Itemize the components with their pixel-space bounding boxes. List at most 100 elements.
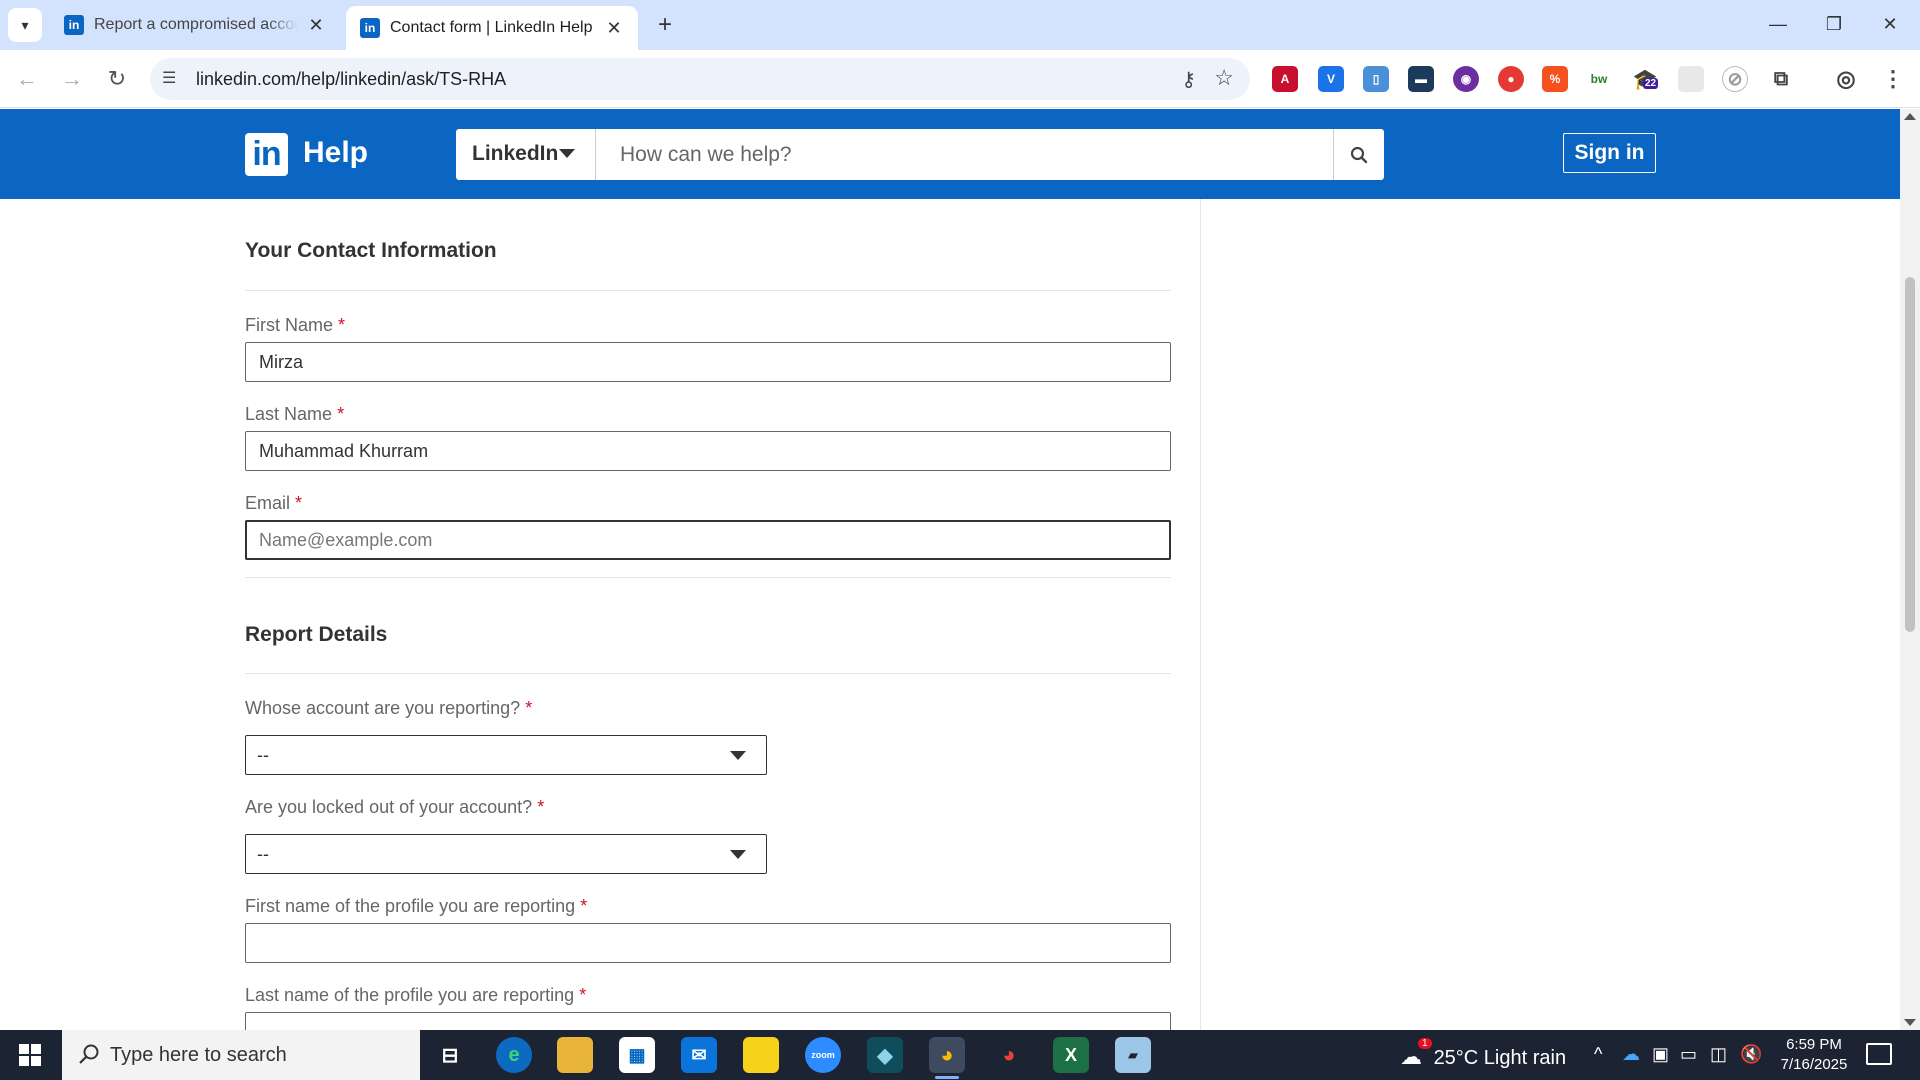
clock-date: 7/16/2025	[1780, 1056, 1848, 1073]
restore-icon[interactable]: ❐	[1814, 8, 1854, 40]
taskbar-search-box[interactable]: Type here to search	[62, 1030, 420, 1080]
help-header: in Help LinkedIn Sign in	[0, 109, 1900, 199]
required-asterisk: *	[580, 896, 588, 916]
shield-extension-icon[interactable]: V	[1318, 66, 1344, 92]
page-scrollbar[interactable]	[1900, 109, 1920, 1030]
email-placeholder: Name@example.com	[259, 530, 433, 550]
notification-center-icon[interactable]	[1866, 1043, 1892, 1065]
tab-search-chevron-icon[interactable]: ▾	[8, 8, 42, 42]
required-asterisk: *	[537, 797, 545, 817]
profile-last-name-field[interactable]	[245, 1012, 1171, 1030]
scrollbar-thumb[interactable]	[1905, 277, 1915, 632]
battery-icon[interactable]: ▭	[1680, 1044, 1697, 1065]
notepad-icon[interactable]: ▰	[1115, 1037, 1151, 1073]
video-extension-icon[interactable]: ▬	[1408, 66, 1434, 92]
document-extension-icon[interactable]: ▯	[1363, 66, 1389, 92]
email-field[interactable]: Name@example.com	[245, 520, 1171, 560]
scroll-up-arrow-icon[interactable]	[1904, 113, 1916, 120]
divider	[245, 673, 1171, 674]
site-settings-icon[interactable]: ☰	[162, 68, 182, 88]
help-logo-text[interactable]: Help	[303, 136, 368, 170]
chrome-icon[interactable]: ◕	[929, 1037, 965, 1079]
volume-muted-icon[interactable]: 🔇	[1740, 1044, 1762, 1065]
required-asterisk: *	[525, 698, 533, 718]
search-scope-label: LinkedIn	[472, 142, 559, 165]
url-text[interactable]: linkedin.com/help/linkedin/ask/TS-RHA	[196, 69, 506, 90]
profile-avatar-icon[interactable]: ◎	[1833, 66, 1859, 92]
network-icon[interactable]: ◫	[1710, 1044, 1727, 1065]
profile-first-name-field[interactable]	[245, 923, 1171, 963]
whose-account-label: Whose account are you reporting? *	[245, 698, 532, 719]
puzzle-extensions-icon[interactable]: ⧉	[1768, 66, 1794, 92]
mail-icon[interactable]: ✉	[681, 1037, 717, 1073]
close-icon[interactable]: ✕	[306, 15, 326, 36]
required-asterisk: *	[337, 404, 345, 424]
linkedin-logo-icon[interactable]: in	[245, 133, 288, 176]
onedrive-cloud-icon[interactable]: ☁	[1622, 1044, 1640, 1065]
more-menu-icon[interactable]: ⋮	[1880, 66, 1906, 92]
tab-report-compromised[interactable]: in Report a compromised account ✕	[50, 6, 340, 44]
column-divider	[1200, 199, 1201, 1030]
locked-out-select[interactable]: --	[245, 834, 767, 874]
circle-extension-icon[interactable]: ◉	[1453, 66, 1479, 92]
acrobat-extension-icon[interactable]: A	[1272, 66, 1298, 92]
graduation-cap-extension-icon[interactable]: 🎓22	[1632, 66, 1659, 92]
linkedin-favicon-icon: in	[64, 15, 84, 35]
system-clock[interactable]: 6:59 PM 7/16/2025	[1774, 1035, 1854, 1075]
pokeball-extension-icon[interactable]: ●	[1498, 66, 1524, 92]
password-key-icon[interactable]: ⚷	[1181, 67, 1196, 92]
edge-browser-icon[interactable]: e	[496, 1037, 532, 1073]
whose-account-value: --	[257, 745, 269, 765]
windows-start-button[interactable]	[0, 1030, 60, 1080]
required-asterisk: *	[579, 985, 587, 1005]
last-name-field[interactable]: Muhammad Khurram	[245, 431, 1171, 471]
help-search-input[interactable]	[598, 129, 1328, 180]
last-name-label-text: Last Name	[245, 404, 333, 424]
excel-icon[interactable]: X	[1053, 1037, 1089, 1073]
bw-extension-icon[interactable]: bw	[1586, 66, 1612, 92]
zoom-icon[interactable]: zoom	[805, 1037, 841, 1073]
bookmark-star-icon[interactable]: ☆	[1214, 65, 1234, 91]
meet-now-icon[interactable]: ▣	[1652, 1044, 1669, 1065]
search-icon	[1350, 146, 1368, 163]
close-icon[interactable]: ✕	[604, 18, 624, 39]
show-hidden-icons-chevron-icon[interactable]: ^	[1594, 1044, 1602, 1065]
forward-arrow-icon[interactable]: →	[55, 62, 89, 96]
sign-in-button[interactable]: Sign in	[1563, 133, 1656, 173]
sticky-notes-icon[interactable]	[743, 1037, 779, 1073]
search-scope-dropdown[interactable]: LinkedIn	[456, 129, 596, 180]
browser-tab-strip: ▾ in Report a compromised account ✕ in C…	[0, 0, 1920, 50]
percent-extension-icon[interactable]: %	[1542, 66, 1568, 92]
report-section-title: Report Details	[245, 623, 388, 646]
email-label-text: Email	[245, 493, 291, 513]
compass-extension-icon[interactable]: ⊘	[1722, 66, 1748, 92]
first-name-field[interactable]: Mirza	[245, 342, 1171, 382]
chrome-profile-icon[interactable]: ◕	[991, 1037, 1027, 1073]
microsoft-store-icon[interactable]: ▦	[619, 1037, 655, 1073]
address-bar[interactable]: ☰ linkedin.com/help/linkedin/ask/TS-RHA …	[150, 58, 1250, 100]
minimize-icon[interactable]: —	[1758, 8, 1798, 40]
last-name-label: Last Name *	[245, 404, 344, 425]
grey-extension-icon[interactable]	[1678, 66, 1704, 92]
back-arrow-icon[interactable]: ←	[10, 62, 44, 96]
new-tab-plus-icon[interactable]: +	[650, 10, 680, 40]
help-search-bar: LinkedIn	[456, 129, 1384, 180]
locked-out-value: --	[257, 844, 269, 864]
reload-icon[interactable]: ↻	[100, 62, 134, 96]
search-icon	[79, 1044, 99, 1064]
weather-widget[interactable]: ☁ 1 25°C Light rain	[1400, 1038, 1566, 1070]
tab-contact-form[interactable]: in Contact form | LinkedIn Help ✕	[346, 6, 638, 50]
required-asterisk: *	[338, 315, 346, 335]
search-button[interactable]	[1333, 129, 1384, 180]
divider	[245, 290, 1171, 291]
file-explorer-icon[interactable]	[557, 1037, 593, 1073]
scroll-down-arrow-icon[interactable]	[1904, 1019, 1916, 1026]
diamond-app-icon[interactable]: ◆	[867, 1037, 903, 1073]
weather-alert-badge: 1	[1418, 1038, 1432, 1049]
whose-account-select[interactable]: --	[245, 735, 767, 775]
task-view-icon[interactable]: ⊟	[432, 1037, 468, 1073]
tab-title: Report a compromised account	[94, 16, 298, 33]
locked-out-label: Are you locked out of your account? *	[245, 797, 544, 818]
browser-toolbar: ← → ↻ ☰ linkedin.com/help/linkedin/ask/T…	[0, 50, 1920, 108]
close-window-icon[interactable]: ✕	[1870, 8, 1910, 40]
